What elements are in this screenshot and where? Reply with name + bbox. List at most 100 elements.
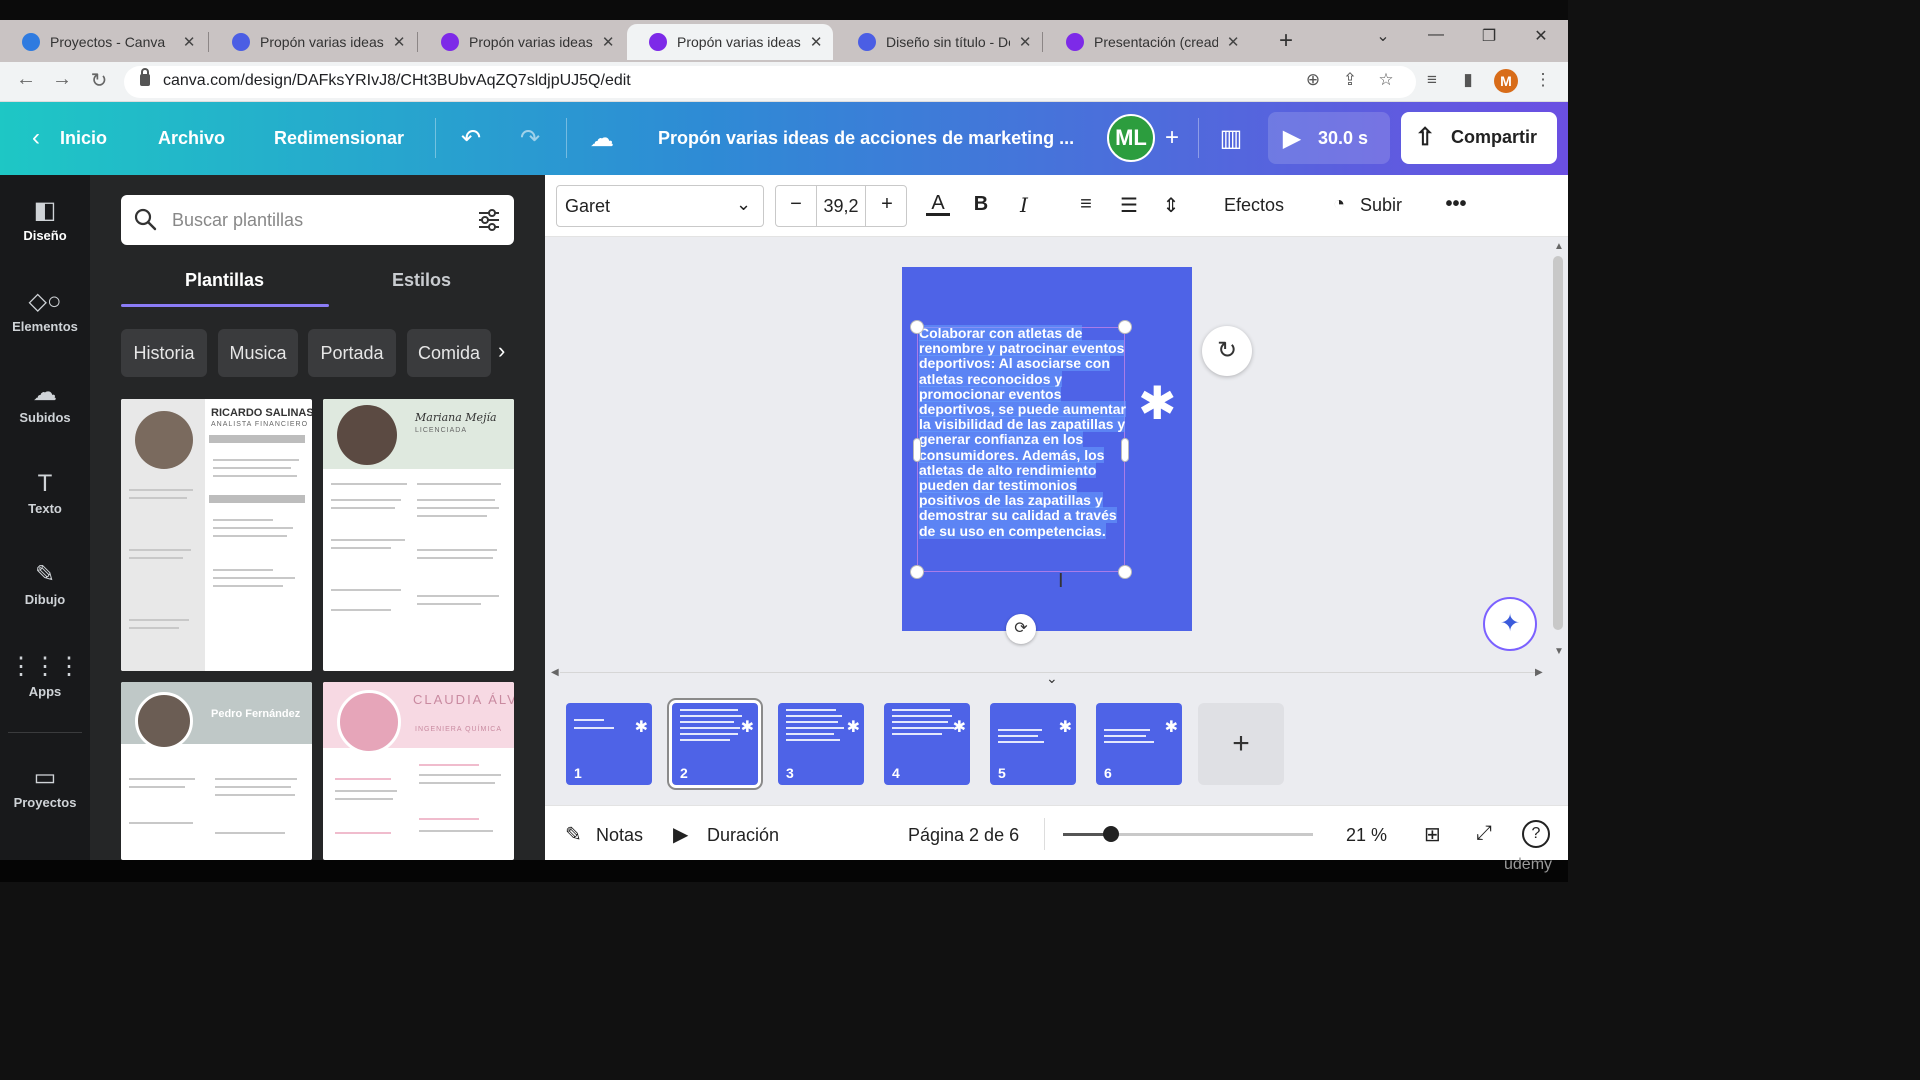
back-icon[interactable]: ← <box>12 68 40 91</box>
more-options-icon[interactable]: ••• <box>1442 193 1470 216</box>
tab-close-icon[interactable]: ✕ <box>1226 33 1240 51</box>
zoom-level[interactable]: 21 % <box>1346 825 1387 846</box>
chip-historia[interactable]: Historia <box>121 329 207 377</box>
insights-chart-icon[interactable]: ▥ <box>1215 124 1247 153</box>
page-thumbnail[interactable]: ✱ 1 <box>566 703 652 785</box>
close-window-icon[interactable]: ✕ <box>1526 26 1556 46</box>
redo-icon[interactable]: ↷ <box>514 124 546 153</box>
rotate-icon[interactable]: ⟳ <box>1006 614 1036 644</box>
effects-button[interactable]: Efectos <box>1224 195 1284 216</box>
side-resize-handle[interactable] <box>1121 438 1129 462</box>
chip-musica[interactable]: Musica <box>218 329 298 377</box>
undo-icon[interactable]: ↶ <box>455 124 487 153</box>
tab-styles[interactable]: Estilos <box>392 270 451 291</box>
page-thumbnail[interactable]: ✱ 3 <box>778 703 864 785</box>
italic-icon[interactable]: I <box>1013 193 1035 217</box>
grid-view-icon[interactable]: ⊞ <box>1424 822 1441 847</box>
rail-item-elements[interactable]: ◇○ Elementos <box>0 287 90 334</box>
resize-handle[interactable] <box>1118 320 1132 334</box>
url-text[interactable]: canva.com/design/DAFksYRIvJ8/CHt3BUbvAqZ… <box>163 72 631 90</box>
share-page-icon[interactable]: ⇪ <box>1338 70 1362 90</box>
spacing-icon[interactable]: ⇕ <box>1158 193 1184 218</box>
tab-close-icon[interactable]: ✕ <box>809 33 823 51</box>
chips-next-chevron-icon[interactable]: › <box>498 338 505 364</box>
page-body-text[interactable]: Colaborar con atletas de renombre y patr… <box>919 325 1126 539</box>
home-link[interactable]: Inicio <box>60 128 107 149</box>
duration-icon[interactable]: ▶ <box>673 822 688 847</box>
new-tab-button[interactable]: + <box>1272 28 1300 56</box>
zoom-slider-knob[interactable] <box>1102 826 1119 842</box>
scroll-down-icon[interactable]: ▼ <box>1554 646 1564 657</box>
browser-tab[interactable]: Propón varias ideas de ✕ <box>210 24 416 60</box>
template-card[interactable]: Pedro Fernández <box>121 682 312 860</box>
share-button[interactable]: ⇧ Compartir <box>1401 112 1557 164</box>
rail-item-projects[interactable]: ▭ Proyectos <box>0 763 90 810</box>
text-color-icon[interactable]: A <box>926 193 950 216</box>
browser-tab[interactable]: Propón varias ideas de ✕ <box>419 24 625 60</box>
forward-icon[interactable]: → <box>48 68 76 91</box>
rail-item-draw[interactable]: ✎ Dibujo <box>0 560 90 607</box>
design-title[interactable]: Propón varias ideas de acciones de marke… <box>658 128 1074 149</box>
zoom-icon[interactable]: ⊕ <box>1301 70 1325 90</box>
tab-search-icon[interactable]: ⌄ <box>1368 26 1398 46</box>
template-card[interactable]: RICARDO SALINAS ANALISTA FINANCIERO <box>121 399 312 671</box>
tab-close-icon[interactable]: ✕ <box>601 33 615 51</box>
browser-menu-icon[interactable]: ⋮ <box>1531 70 1555 90</box>
add-page-button[interactable]: + <box>1198 703 1284 785</box>
invite-plus-icon[interactable]: + <box>1156 124 1188 152</box>
animate-button[interactable]: Subir <box>1360 195 1402 216</box>
resize-handle[interactable] <box>910 565 924 579</box>
tab-templates[interactable]: Plantillas <box>185 270 264 291</box>
scroll-left-icon[interactable]: ◀ <box>551 667 559 678</box>
side-panel-icon[interactable]: ▮ <box>1456 70 1480 90</box>
rail-item-uploads[interactable]: ☁ Subidos <box>0 378 90 425</box>
bullet-list-icon[interactable]: ☰ <box>1116 193 1142 218</box>
rail-item-apps[interactable]: ⋮⋮⋮ Apps <box>0 652 90 699</box>
notes-button[interactable]: Notas <box>596 825 643 846</box>
increase-size-button[interactable]: + <box>877 193 897 216</box>
bold-icon[interactable]: B <box>970 193 992 216</box>
restore-icon[interactable]: ❐ <box>1474 26 1504 46</box>
tab-close-icon[interactable]: ✕ <box>1018 33 1032 51</box>
asterisk-graphic[interactable]: ✱ <box>1138 376 1177 430</box>
duration-button[interactable]: Duración <box>707 825 779 846</box>
font-size-input[interactable]: 39,2 <box>816 186 866 226</box>
cloud-saved-icon[interactable]: ☁ <box>586 124 618 153</box>
chip-comida[interactable]: Comida <box>407 329 491 377</box>
resize-menu[interactable]: Redimensionar <box>274 128 404 149</box>
template-card[interactable]: CLAUDIA ÁLVAREZ INGENIERA QUÍMICA <box>323 682 514 860</box>
scroll-up-icon[interactable]: ▲ <box>1554 241 1564 252</box>
bookmark-star-icon[interactable]: ☆ <box>1374 70 1398 90</box>
page-thumbnail[interactable]: ✱ 4 <box>884 703 970 785</box>
help-icon[interactable]: ? <box>1522 820 1550 848</box>
rail-item-text[interactable]: T Texto <box>0 469 90 516</box>
magic-assistant-icon[interactable]: ✦ <box>1483 597 1537 651</box>
page-text-block[interactable]: Colaborar con atletas de renombre y patr… <box>919 325 1129 539</box>
chip-portada[interactable]: Portada <box>308 329 396 377</box>
align-left-icon[interactable]: ≡ <box>1073 193 1099 216</box>
tab-close-icon[interactable]: ✕ <box>182 33 196 51</box>
hide-pages-chevron-icon[interactable]: ⌄ <box>1046 670 1058 687</box>
animate-icon[interactable]: ◔ <box>1326 193 1352 216</box>
play-icon[interactable]: ▶ <box>1276 124 1308 153</box>
fullscreen-icon[interactable]: ⤢ <box>1476 822 1492 845</box>
present-duration[interactable]: 30.0 s <box>1318 128 1368 149</box>
resize-handle[interactable] <box>1118 565 1132 579</box>
page-thumbnail[interactable]: ✱ 5 <box>990 703 1076 785</box>
reload-icon[interactable]: ↻ <box>85 68 113 93</box>
side-resize-handle[interactable] <box>913 438 921 462</box>
browser-profile-avatar[interactable]: M <box>1494 69 1518 93</box>
vertical-scrollbar[interactable] <box>1553 256 1563 630</box>
back-chevron-icon[interactable]: ‹ <box>20 124 52 152</box>
scroll-right-icon[interactable]: ▶ <box>1535 667 1543 678</box>
browser-tab[interactable]: Propón varias ideas de ✕ <box>627 24 833 60</box>
page-thumbnail[interactable]: ✱ 2 <box>669 700 761 788</box>
tab-close-icon[interactable]: ✕ <box>392 33 406 51</box>
minimize-icon[interactable]: — <box>1421 26 1451 44</box>
resize-handle[interactable] <box>910 320 924 334</box>
collaborator-avatar[interactable]: ML <box>1107 114 1155 162</box>
page-thumbnail[interactable]: ✱ 6 <box>1096 703 1182 785</box>
decrease-size-button[interactable]: − <box>786 193 806 216</box>
browser-tab[interactable]: Proyectos - Canva ✕ <box>0 24 206 60</box>
template-card[interactable]: Mariana Mejía LICENCIADA <box>323 399 514 671</box>
